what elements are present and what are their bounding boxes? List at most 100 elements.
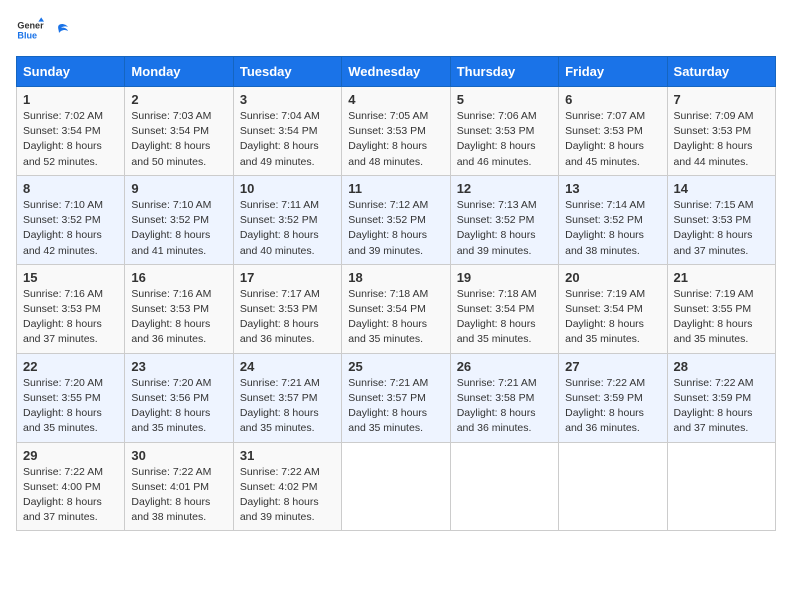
day-cell-1: 1 Sunrise: 7:02 AMSunset: 3:54 PMDaylight… xyxy=(17,87,125,176)
day-cell-26: 26 Sunrise: 7:21 AMSunset: 3:58 PMDayligh… xyxy=(450,353,558,442)
day-cell-3: 3Sunrise: 7:04 AMSunset: 3:54 PMDaylight… xyxy=(233,87,341,176)
day-info: Sunrise: 7:10 AMSunset: 3:52 PMDaylight:… xyxy=(23,198,118,259)
empty-cell xyxy=(342,442,450,531)
calendar-table: SundayMondayTuesdayWednesdayThursdayFrid… xyxy=(16,56,776,531)
calendar-body: 1 Sunrise: 7:02 AMSunset: 3:54 PMDaylight… xyxy=(17,87,776,531)
day-info: Sunrise: 7:10 AMSunset: 3:52 PMDaylight:… xyxy=(131,198,226,259)
day-number: 30 xyxy=(131,448,226,463)
day-number: 4 xyxy=(348,92,443,107)
week-row-1: 1 Sunrise: 7:02 AMSunset: 3:54 PMDaylight… xyxy=(17,87,776,176)
day-number: 11 xyxy=(348,181,443,196)
day-info: Sunrise: 7:18 AMSunset: 3:54 PMDaylight:… xyxy=(457,287,552,348)
day-info: Sunrise: 7:22 AMSunset: 4:02 PMDaylight:… xyxy=(240,465,335,526)
day-info: Sunrise: 7:09 AMSunset: 3:53 PMDaylight:… xyxy=(674,109,769,170)
day-info: Sunrise: 7:12 AMSunset: 3:52 PMDaylight:… xyxy=(348,198,443,259)
day-info: Sunrise: 7:15 AMSunset: 3:53 PMDaylight:… xyxy=(674,198,769,259)
day-number: 29 xyxy=(23,448,118,463)
day-cell-19: 19Sunrise: 7:18 AMSunset: 3:54 PMDayligh… xyxy=(450,264,558,353)
weekday-header-sunday: Sunday xyxy=(17,57,125,87)
day-number: 12 xyxy=(457,181,552,196)
logo-icon: General Blue xyxy=(16,16,44,44)
day-cell-18: 18 Sunrise: 7:18 AMSunset: 3:54 PMDayligh… xyxy=(342,264,450,353)
day-number: 1 xyxy=(23,92,118,107)
day-info: Sunrise: 7:20 AMSunset: 3:56 PMDaylight:… xyxy=(131,376,226,437)
weekday-header-thursday: Thursday xyxy=(450,57,558,87)
day-number: 21 xyxy=(674,270,769,285)
day-info: Sunrise: 7:18 AMSunset: 3:54 PMDaylight:… xyxy=(348,287,443,348)
day-info: Sunrise: 7:22 AMSunset: 3:59 PMDaylight:… xyxy=(674,376,769,437)
day-cell-8: 8 Sunrise: 7:10 AMSunset: 3:52 PMDaylight… xyxy=(17,175,125,264)
day-info: Sunrise: 7:19 AMSunset: 3:54 PMDaylight:… xyxy=(565,287,660,348)
day-cell-12: 12Sunrise: 7:13 AMSunset: 3:52 PMDayligh… xyxy=(450,175,558,264)
day-info: Sunrise: 7:11 AMSunset: 3:52 PMDaylight:… xyxy=(240,198,335,259)
day-cell-24: 24Sunrise: 7:21 AMSunset: 3:57 PMDayligh… xyxy=(233,353,341,442)
day-number: 8 xyxy=(23,181,118,196)
week-row-2: 8 Sunrise: 7:10 AMSunset: 3:52 PMDaylight… xyxy=(17,175,776,264)
day-info: Sunrise: 7:16 AMSunset: 3:53 PMDaylight:… xyxy=(23,287,118,348)
day-number: 26 xyxy=(457,359,552,374)
day-number: 2 xyxy=(131,92,226,107)
day-cell-2: 2 Sunrise: 7:03 AMSunset: 3:54 PMDaylight… xyxy=(125,87,233,176)
day-info: Sunrise: 7:20 AMSunset: 3:55 PMDaylight:… xyxy=(23,376,118,437)
weekday-header-row: SundayMondayTuesdayWednesdayThursdayFrid… xyxy=(17,57,776,87)
logo-bird-icon xyxy=(48,21,70,43)
day-number: 27 xyxy=(565,359,660,374)
day-number: 10 xyxy=(240,181,335,196)
day-cell-15: 15 Sunrise: 7:16 AMSunset: 3:53 PMDayligh… xyxy=(17,264,125,353)
weekday-header-wednesday: Wednesday xyxy=(342,57,450,87)
day-cell-13: 13 Sunrise: 7:14 AMSunset: 3:52 PMDayligh… xyxy=(559,175,667,264)
day-cell-11: 11 Sunrise: 7:12 AMSunset: 3:52 PMDayligh… xyxy=(342,175,450,264)
day-info: Sunrise: 7:02 AMSunset: 3:54 PMDaylight:… xyxy=(23,109,118,170)
day-cell-21: 21Sunrise: 7:19 AMSunset: 3:55 PMDayligh… xyxy=(667,264,775,353)
day-number: 14 xyxy=(674,181,769,196)
weekday-header-friday: Friday xyxy=(559,57,667,87)
day-number: 3 xyxy=(240,92,335,107)
empty-cell xyxy=(559,442,667,531)
day-info: Sunrise: 7:22 AMSunset: 4:00 PMDaylight:… xyxy=(23,465,118,526)
day-info: Sunrise: 7:22 AMSunset: 4:01 PMDaylight:… xyxy=(131,465,226,526)
day-number: 13 xyxy=(565,181,660,196)
day-cell-6: 6Sunrise: 7:07 AMSunset: 3:53 PMDaylight… xyxy=(559,87,667,176)
day-info: Sunrise: 7:14 AMSunset: 3:52 PMDaylight:… xyxy=(565,198,660,259)
day-cell-20: 20 Sunrise: 7:19 AMSunset: 3:54 PMDayligh… xyxy=(559,264,667,353)
day-info: Sunrise: 7:22 AMSunset: 3:59 PMDaylight:… xyxy=(565,376,660,437)
day-number: 18 xyxy=(348,270,443,285)
day-number: 5 xyxy=(457,92,552,107)
day-cell-31: 31 Sunrise: 7:22 AMSunset: 4:02 PMDayligh… xyxy=(233,442,341,531)
day-cell-5: 5Sunrise: 7:06 AMSunset: 3:53 PMDaylight… xyxy=(450,87,558,176)
day-cell-9: 9 Sunrise: 7:10 AMSunset: 3:52 PMDaylight… xyxy=(125,175,233,264)
day-info: Sunrise: 7:05 AMSunset: 3:53 PMDaylight:… xyxy=(348,109,443,170)
svg-text:General: General xyxy=(17,21,44,31)
day-cell-14: 14 Sunrise: 7:15 AMSunset: 3:53 PMDayligh… xyxy=(667,175,775,264)
day-cell-10: 10 Sunrise: 7:11 AMSunset: 3:52 PMDayligh… xyxy=(233,175,341,264)
day-info: Sunrise: 7:17 AMSunset: 3:53 PMDaylight:… xyxy=(240,287,335,348)
week-row-4: 22Sunrise: 7:20 AMSunset: 3:55 PMDayligh… xyxy=(17,353,776,442)
day-number: 24 xyxy=(240,359,335,374)
day-number: 16 xyxy=(131,270,226,285)
day-info: Sunrise: 7:03 AMSunset: 3:54 PMDaylight:… xyxy=(131,109,226,170)
week-row-5: 29 Sunrise: 7:22 AMSunset: 4:00 PMDayligh… xyxy=(17,442,776,531)
day-number: 25 xyxy=(348,359,443,374)
week-row-3: 15 Sunrise: 7:16 AMSunset: 3:53 PMDayligh… xyxy=(17,264,776,353)
day-cell-28: 28 Sunrise: 7:22 AMSunset: 3:59 PMDayligh… xyxy=(667,353,775,442)
day-number: 31 xyxy=(240,448,335,463)
day-cell-30: 30 Sunrise: 7:22 AMSunset: 4:01 PMDayligh… xyxy=(125,442,233,531)
day-number: 28 xyxy=(674,359,769,374)
day-number: 20 xyxy=(565,270,660,285)
day-number: 17 xyxy=(240,270,335,285)
day-cell-29: 29 Sunrise: 7:22 AMSunset: 4:00 PMDayligh… xyxy=(17,442,125,531)
weekday-header-tuesday: Tuesday xyxy=(233,57,341,87)
day-cell-27: 27 Sunrise: 7:22 AMSunset: 3:59 PMDayligh… xyxy=(559,353,667,442)
day-number: 15 xyxy=(23,270,118,285)
logo: General Blue xyxy=(16,16,70,44)
header: General Blue xyxy=(16,16,776,44)
day-cell-23: 23Sunrise: 7:20 AMSunset: 3:56 PMDayligh… xyxy=(125,353,233,442)
day-cell-16: 16Sunrise: 7:16 AMSunset: 3:53 PMDayligh… xyxy=(125,264,233,353)
day-number: 7 xyxy=(674,92,769,107)
day-info: Sunrise: 7:07 AMSunset: 3:53 PMDaylight:… xyxy=(565,109,660,170)
day-cell-22: 22Sunrise: 7:20 AMSunset: 3:55 PMDayligh… xyxy=(17,353,125,442)
day-number: 9 xyxy=(131,181,226,196)
weekday-header-monday: Monday xyxy=(125,57,233,87)
day-cell-7: 7 Sunrise: 7:09 AMSunset: 3:53 PMDaylight… xyxy=(667,87,775,176)
day-info: Sunrise: 7:21 AMSunset: 3:58 PMDaylight:… xyxy=(457,376,552,437)
